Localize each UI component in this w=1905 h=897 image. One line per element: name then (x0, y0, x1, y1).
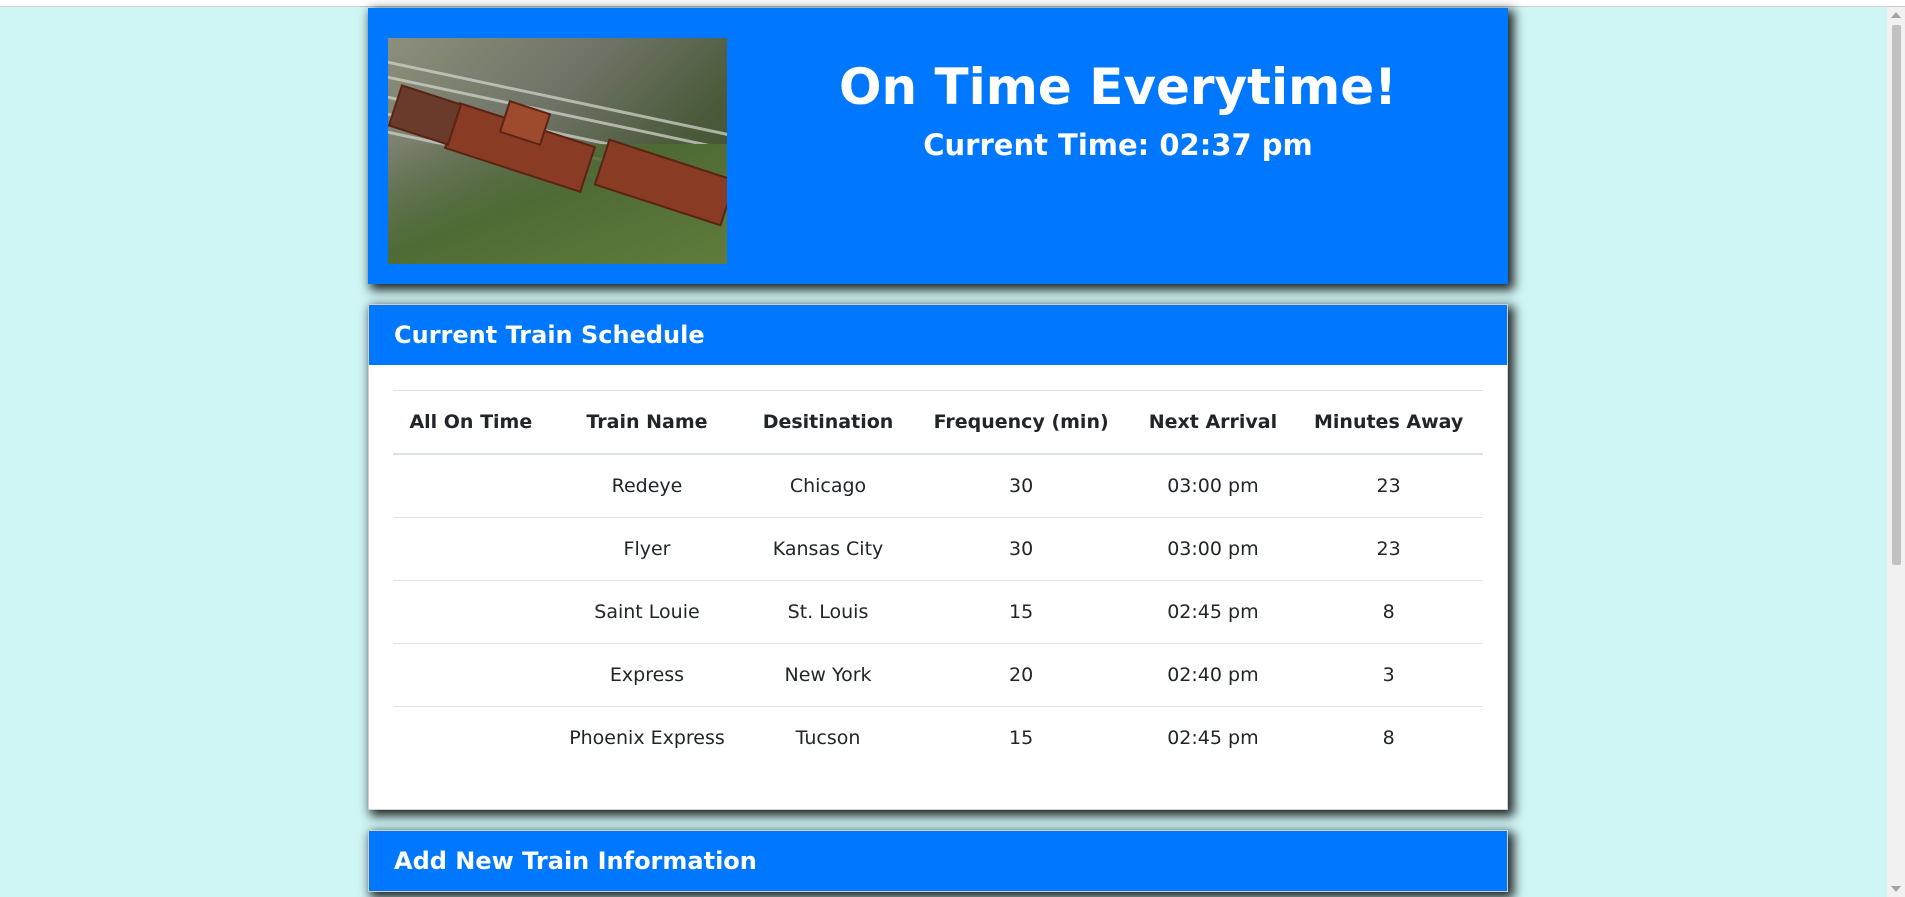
table-header-row: All On Time Train Name Desitination Freq… (393, 390, 1483, 455)
cell-train-name: Saint Louie (548, 580, 746, 644)
cell-train-name: Phoenix Express (548, 706, 746, 769)
cell-train-name: Express (548, 643, 746, 707)
cell-next-arrival: 02:45 pm (1131, 580, 1295, 644)
cell-destination: New York (745, 643, 911, 707)
cell-minutes-away: 23 (1376, 475, 1401, 497)
page-container: On Time Everytime! Current Time: 02:37 p… (368, 8, 1508, 892)
column-header-all-on-time: All On Time (393, 390, 549, 455)
schedule-card-title: Current Train Schedule (369, 305, 1507, 365)
cell-frequency: 15 (910, 706, 1132, 769)
scrollbar-thumb[interactable] (1892, 25, 1901, 565)
table-row: Saint Louie St. Louis 15 02:45 pm 8 (393, 580, 1483, 644)
column-header-destination: Desitination (745, 390, 911, 455)
cell-all-on-time (393, 643, 549, 707)
cell-all-on-time (393, 517, 549, 581)
page-title: On Time Everytime! (839, 58, 1397, 116)
cell-all-on-time (393, 454, 549, 518)
cell-destination: St. Louis (745, 580, 911, 644)
cell-next-arrival: 02:45 pm (1131, 706, 1295, 769)
table-row: Redeye Chicago 30 03:00 pm 23 (393, 454, 1483, 518)
cell-frequency: 20 (910, 643, 1132, 707)
cell-destination: Tucson (745, 706, 911, 769)
scroll-up-icon[interactable] (1891, 12, 1901, 18)
scroll-down-icon[interactable] (1891, 886, 1901, 892)
cell-all-on-time (393, 580, 549, 644)
header-banner: On Time Everytime! Current Time: 02:37 p… (368, 8, 1508, 284)
cell-frequency: 15 (910, 580, 1132, 644)
add-train-card-title: Add New Train Information (369, 831, 1507, 891)
cell-minutes-away: 8 (1294, 580, 1483, 644)
schedule-card-body: All On Time Train Name Desitination Freq… (369, 365, 1507, 809)
column-header-next-arrival: Next Arrival (1131, 390, 1295, 455)
cell-minutes-away: 3 (1294, 643, 1483, 707)
cell-next-arrival: 03:00 pm (1167, 475, 1259, 497)
cell-all-on-time (393, 706, 549, 769)
cell-next-arrival: 03:00 pm (1131, 517, 1295, 581)
cell-destination: Kansas City (745, 517, 911, 581)
browser-top-edge (0, 0, 1905, 7)
cell-minutes-away: 23 (1294, 517, 1483, 581)
schedule-table: All On Time Train Name Desitination Freq… (393, 390, 1483, 769)
column-header-minutes-away: Minutes Away (1294, 390, 1483, 455)
column-header-frequency: Frequency (min) (910, 390, 1132, 455)
cell-frequency: 30 (1009, 475, 1034, 497)
cell-minutes-away: 8 (1294, 706, 1483, 769)
current-time: Current Time: 02:37 pm (923, 128, 1313, 162)
cell-frequency: 30 (910, 517, 1132, 581)
cell-next-arrival: 02:40 pm (1131, 643, 1295, 707)
cell-train-name: Redeye (611, 475, 683, 497)
table-row: Flyer Kansas City 30 03:00 pm 23 (393, 517, 1483, 581)
train-photo (388, 38, 727, 264)
schedule-card: Current Train Schedule All On Time Train… (368, 304, 1508, 810)
table-row: Phoenix Express Tucson 15 02:45 pm 8 (393, 706, 1483, 769)
cell-train-name: Flyer (548, 517, 746, 581)
add-train-card: Add New Train Information (368, 830, 1508, 892)
cell-destination: Chicago (789, 475, 867, 497)
header-text: On Time Everytime! Current Time: 02:37 p… (728, 8, 1508, 163)
table-row: Express New York 20 02:40 pm 3 (393, 643, 1483, 707)
vertical-scrollbar[interactable] (1887, 7, 1905, 897)
column-header-train-name: Train Name (548, 390, 746, 455)
